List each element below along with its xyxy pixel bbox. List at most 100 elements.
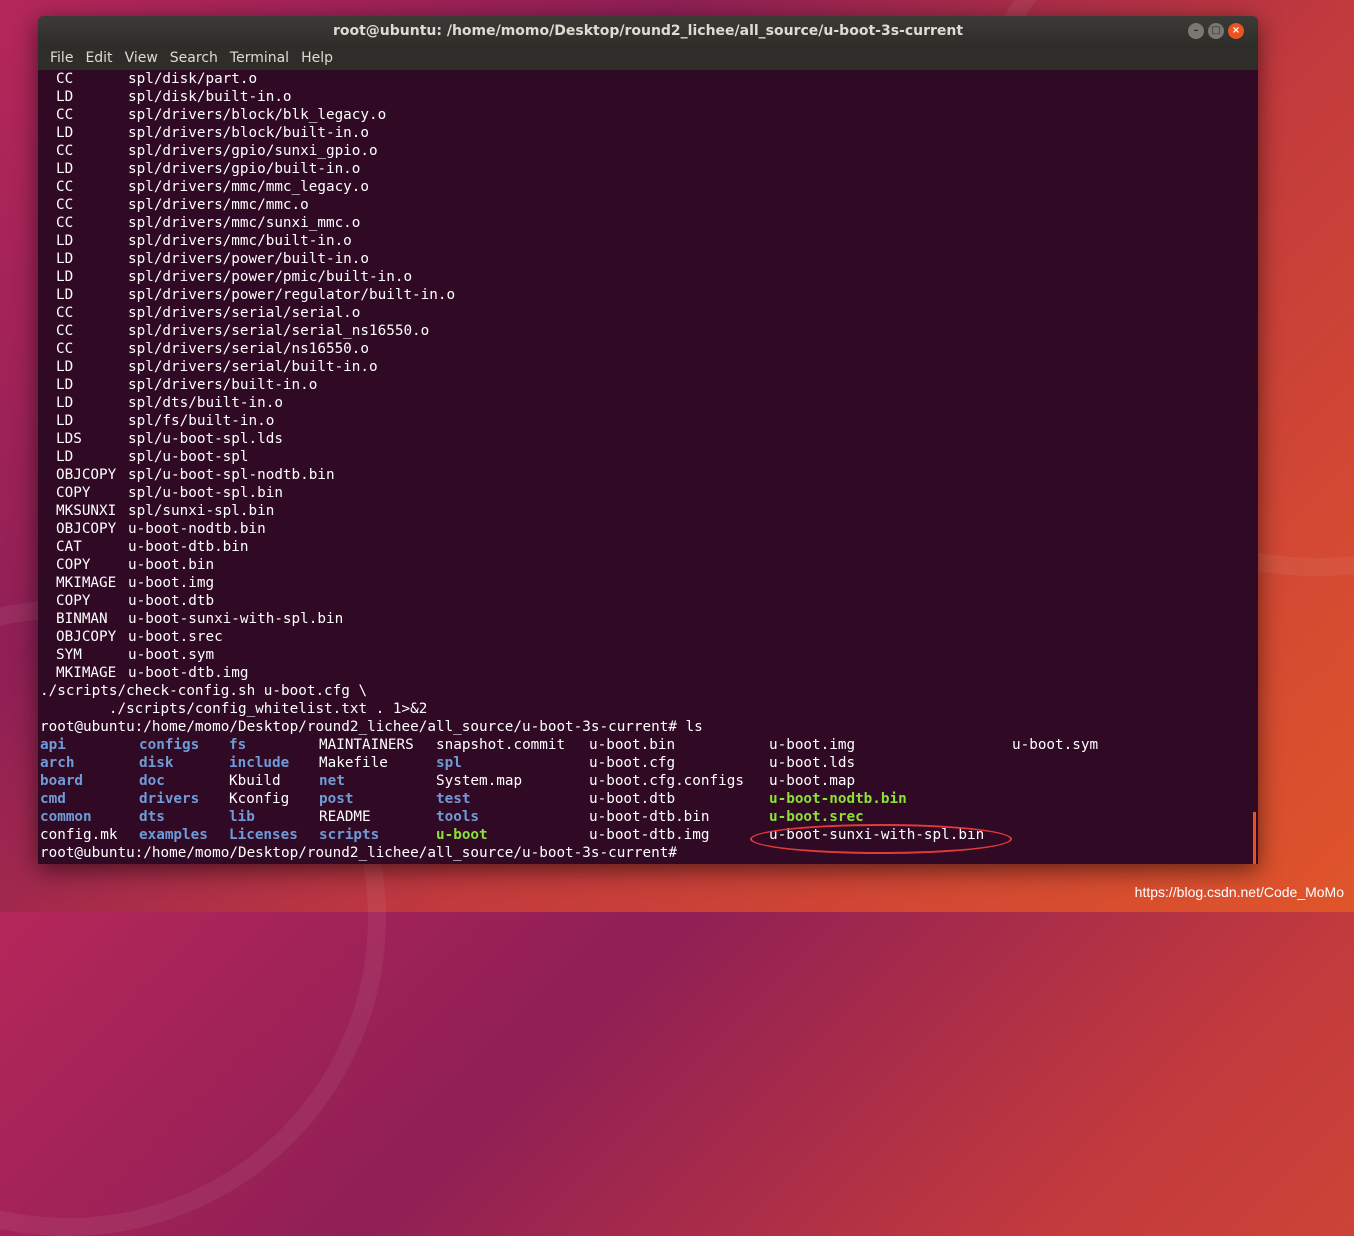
build-target: u-boot.sym (128, 647, 215, 663)
build-command: COPY (56, 593, 91, 609)
build-target: spl/u-boot-spl.lds (128, 431, 283, 447)
build-command: LDS (56, 431, 82, 447)
build-target: spl/drivers/gpio/built-in.o (128, 161, 361, 177)
ls-entry: net (319, 773, 345, 789)
scrollbar[interactable] (1253, 812, 1256, 864)
build-target: spl/drivers/mmc/sunxi_mmc.o (128, 215, 361, 231)
ls-entry: u-boot.sym (1012, 737, 1099, 753)
ls-entry: lib (229, 809, 255, 825)
build-target: u-boot-dtb.img (128, 665, 249, 681)
build-line: CC spl/drivers/mmc/sunxi_mmc.o (38, 214, 1258, 232)
ls-entry: post (319, 791, 354, 807)
menu-bar: File Edit View Search Terminal Help (38, 46, 1258, 70)
build-line: LD spl/u-boot-spl (38, 448, 1258, 466)
build-line: LD spl/drivers/power/pmic/built-in.o (38, 268, 1258, 286)
build-command: CC (56, 215, 74, 231)
ls-entry: u-boot-dtb.bin (589, 809, 710, 825)
ls-entry: README (319, 809, 371, 825)
ls-entry: u-boot.srec (769, 809, 864, 825)
build-target: spl/drivers/power/pmic/built-in.o (128, 269, 413, 285)
build-line: COPY u-boot.bin (38, 556, 1258, 574)
build-target: u-boot-nodtb.bin (128, 521, 266, 537)
ls-entry: spl (436, 755, 462, 771)
ls-row: common dts lib README tools u-boot-dtb.bin u-b… (38, 808, 1258, 826)
build-target: spl/dts/built-in.o (128, 395, 283, 411)
build-command: CC (56, 341, 74, 357)
build-target: spl/u-boot-spl-nodtb.bin (128, 467, 335, 483)
script-line: ./scripts/config_whitelist.txt . 1>&2 (38, 700, 1258, 718)
ls-entry: configs (139, 737, 200, 753)
ls-entry: Makefile (319, 755, 388, 771)
ls-row: config.mk examples Licenses scripts u-boot u-… (38, 826, 1258, 844)
ls-entry: common (40, 809, 92, 825)
build-command: LD (56, 359, 74, 375)
build-target: u-boot.dtb (128, 593, 215, 609)
ls-entry: include (229, 755, 290, 771)
terminal-window: root@ubuntu: /home/momo/Desktop/round2_l… (38, 16, 1258, 864)
build-line: LD spl/drivers/mmc/built-in.o (38, 232, 1258, 250)
build-command: LD (56, 287, 74, 303)
terminal-output[interactable]: CC spl/disk/part.o LD spl/disk/built-in.o CC… (38, 70, 1258, 864)
ls-entry: fs (229, 737, 247, 753)
build-command: CC (56, 71, 74, 87)
build-target: spl/drivers/gpio/sunxi_gpio.o (128, 143, 378, 159)
build-command: BINMAN (56, 611, 108, 627)
minimize-button[interactable]: – (1188, 23, 1204, 39)
build-target: spl/drivers/block/built-in.o (128, 125, 370, 141)
build-target: spl/u-boot-spl.bin (128, 485, 283, 501)
title-bar[interactable]: root@ubuntu: /home/momo/Desktop/round2_l… (38, 16, 1258, 46)
build-target: spl/drivers/mmc/mmc.o (128, 197, 309, 213)
ls-entry: disk (139, 755, 174, 771)
build-target: u-boot-sunxi-with-spl.bin (128, 611, 344, 627)
build-line: LD spl/drivers/block/built-in.o (38, 124, 1258, 142)
menu-terminal[interactable]: Terminal (224, 50, 295, 66)
build-target: spl/drivers/power/built-in.o (128, 251, 370, 267)
window-title: root@ubuntu: /home/momo/Desktop/round2_l… (332, 23, 964, 39)
build-command: LD (56, 377, 74, 393)
build-command: CC (56, 179, 74, 195)
menu-view[interactable]: View (119, 50, 164, 66)
build-line: LD spl/drivers/power/regulator/built-in.o (38, 286, 1258, 304)
ls-entry: u-boot (436, 827, 488, 843)
build-command: COPY (56, 485, 91, 501)
ls-entry: snapshot.commit (436, 737, 566, 753)
ls-entry: u-boot.lds (769, 755, 856, 771)
ls-entry: dts (139, 809, 165, 825)
ls-entry: api (40, 737, 66, 753)
build-line: LD spl/drivers/serial/built-in.o (38, 358, 1258, 376)
close-button[interactable]: × (1228, 23, 1244, 39)
menu-search[interactable]: Search (164, 50, 224, 66)
build-command: LD (56, 89, 74, 105)
ls-entry: MAINTAINERS (319, 737, 414, 753)
ls-entry: u-boot.cfg.configs (589, 773, 744, 789)
build-line: CC spl/drivers/serial/serial_ns16550.o (38, 322, 1258, 340)
build-command: OBJCOPY (56, 467, 117, 483)
build-line: LD spl/drivers/built-in.o (38, 376, 1258, 394)
menu-file[interactable]: File (44, 50, 79, 66)
build-command: OBJCOPY (56, 521, 117, 537)
build-command: LD (56, 125, 74, 141)
build-line: COPY spl/u-boot-spl.bin (38, 484, 1258, 502)
ls-entry: test (436, 791, 471, 807)
ls-entry: u-boot.bin (589, 737, 676, 753)
build-line: SYM u-boot.sym (38, 646, 1258, 664)
watermark: https://blog.csdn.net/Code_MoMo (1134, 884, 1344, 900)
ls-entry: config.mk (40, 827, 118, 843)
prompt-text: root@ubuntu:/home/momo/Desktop/round2_li… (40, 845, 686, 861)
build-target: spl/drivers/mmc/built-in.o (128, 233, 352, 249)
build-target: spl/drivers/serial/serial_ns16550.o (128, 323, 430, 339)
build-target: u-boot.bin (128, 557, 215, 573)
build-target: spl/drivers/built-in.o (128, 377, 318, 393)
menu-help[interactable]: Help (295, 50, 339, 66)
build-line: LD spl/fs/built-in.o (38, 412, 1258, 430)
maximize-button[interactable]: □ (1208, 23, 1224, 39)
ls-entry: u-boot.cfg (589, 755, 676, 771)
build-line: CC spl/drivers/gpio/sunxi_gpio.o (38, 142, 1258, 160)
build-command: LD (56, 269, 74, 285)
prompt-text: root@ubuntu:/home/momo/Desktop/round2_li… (40, 719, 703, 735)
build-line: LD spl/disk/built-in.o (38, 88, 1258, 106)
ls-entry: u-boot-nodtb.bin (769, 791, 907, 807)
build-target: spl/disk/built-in.o (128, 89, 292, 105)
build-command: CC (56, 107, 74, 123)
menu-edit[interactable]: Edit (79, 50, 118, 66)
